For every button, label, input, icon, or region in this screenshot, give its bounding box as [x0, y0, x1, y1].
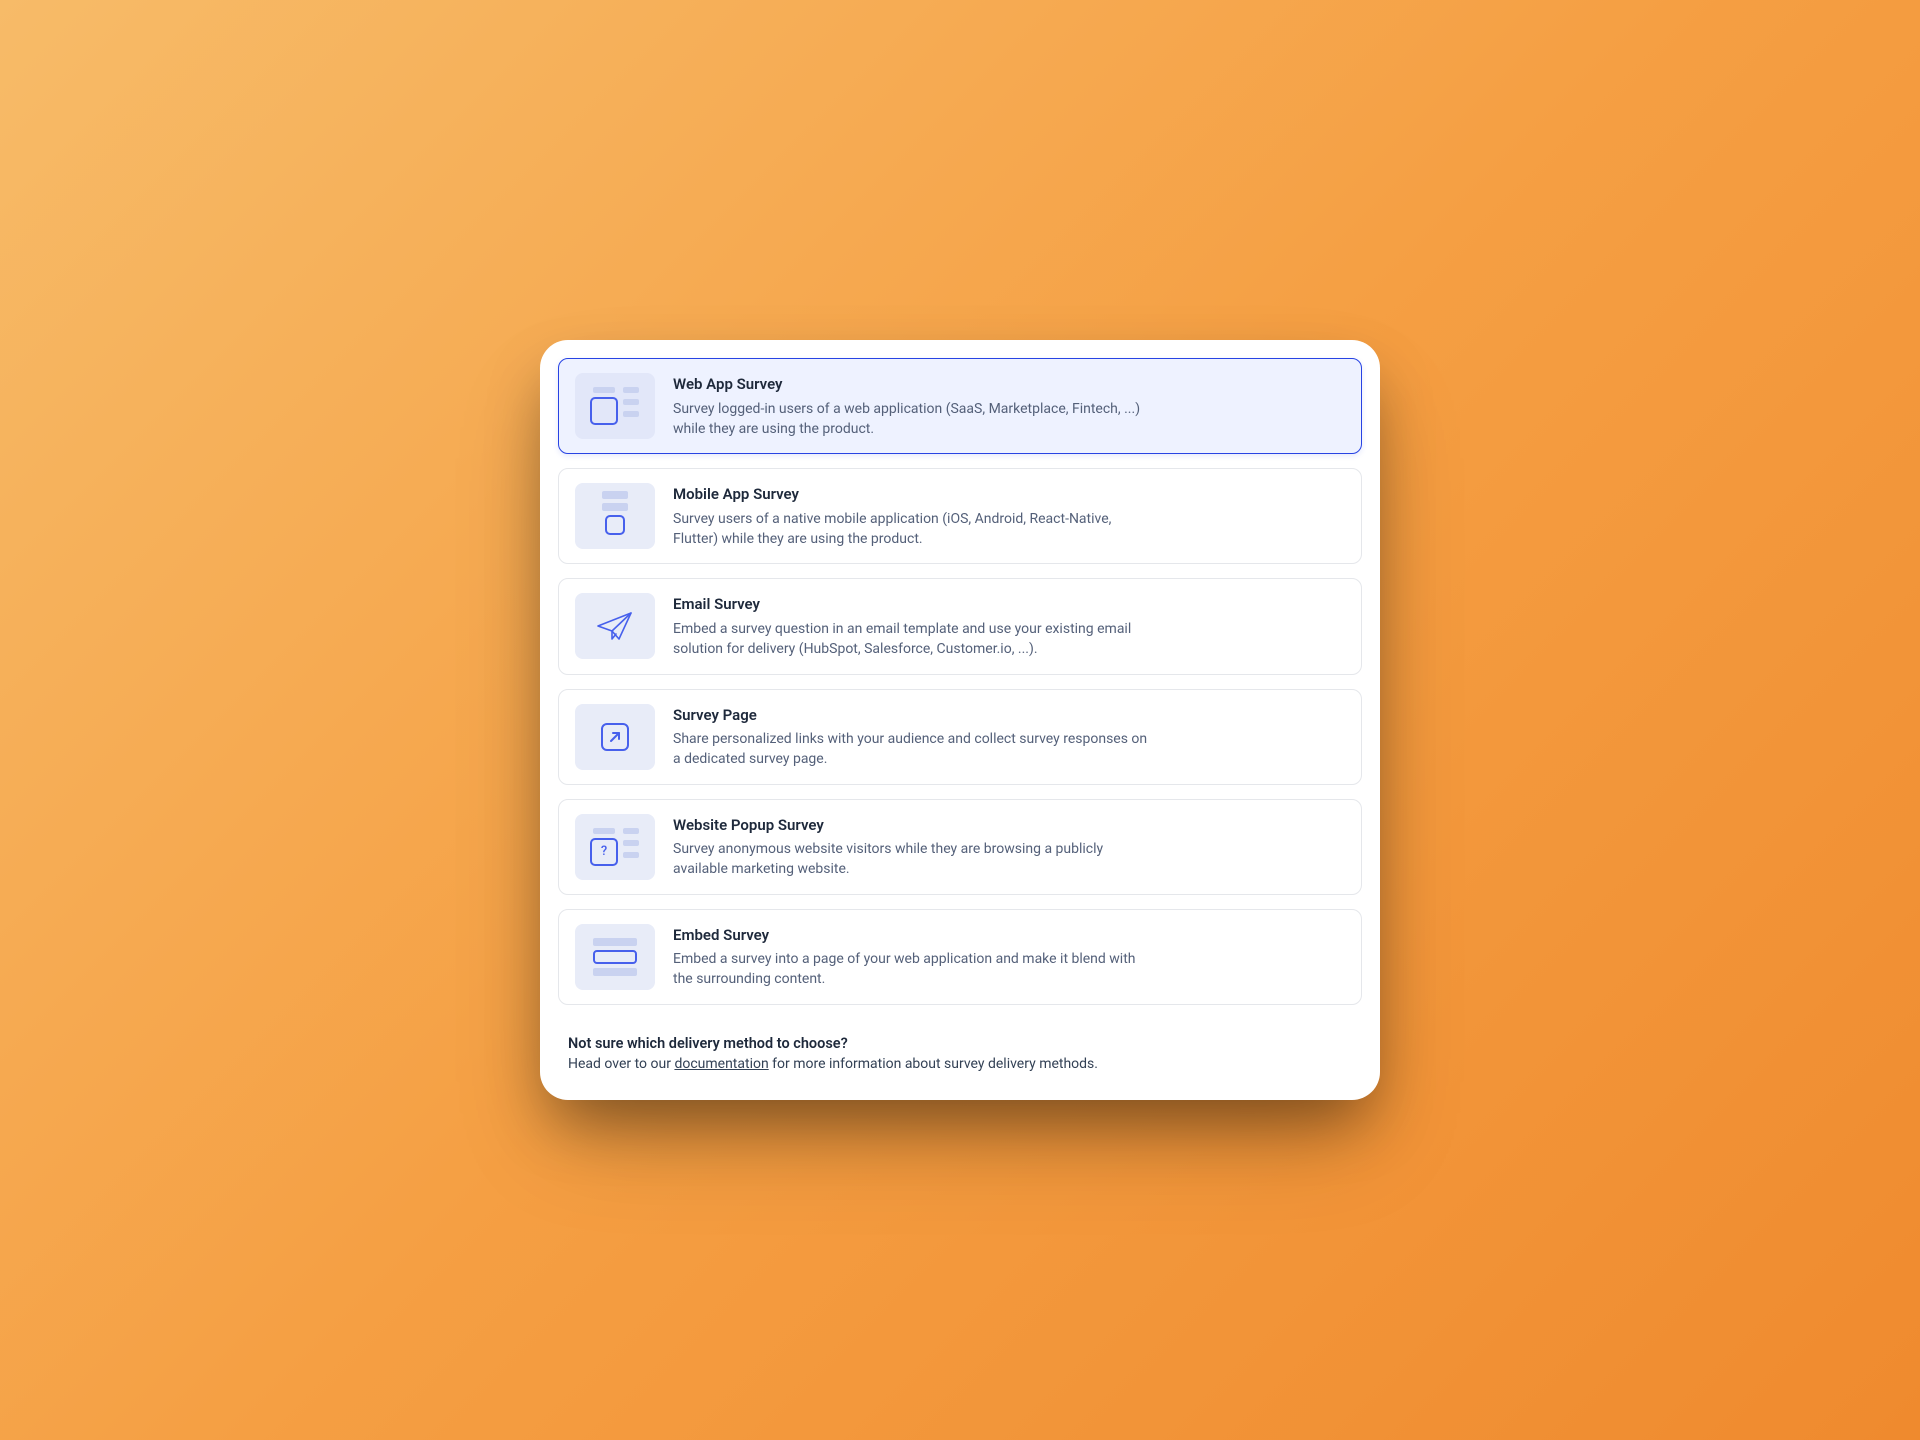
option-title: Website Popup Survey	[673, 816, 1345, 836]
embed-layout-icon	[575, 924, 655, 990]
footer-trail: for more information about survey delive…	[769, 1056, 1098, 1072]
option-description: Share personalized links with your audie…	[673, 729, 1153, 770]
documentation-link[interactable]: documentation	[674, 1056, 768, 1072]
option-web-app-survey[interactable]: Web App Survey Survey logged-in users of…	[558, 358, 1362, 454]
popup-question-icon: ?	[575, 814, 655, 880]
option-survey-page[interactable]: Survey Page Share personalized links wit…	[558, 689, 1362, 785]
option-website-popup-survey[interactable]: ? Website Popup Survey Survey anonymous …	[558, 799, 1362, 895]
footer-title: Not sure which delivery method to choose…	[568, 1035, 1352, 1052]
option-title: Survey Page	[673, 706, 1345, 726]
option-description: Survey users of a native mobile applicat…	[673, 509, 1153, 550]
option-title: Embed Survey	[673, 926, 1345, 946]
option-title: Web App Survey	[673, 375, 1345, 395]
footer-help: Not sure which delivery method to choose…	[558, 1019, 1362, 1082]
footer-lead: Head over to our	[568, 1056, 674, 1072]
option-description: Embed a survey into a page of your web a…	[673, 949, 1153, 990]
option-embed-survey[interactable]: Embed Survey Embed a survey into a page …	[558, 909, 1362, 1005]
option-description: Survey anonymous website visitors while …	[673, 839, 1153, 880]
footer-text: Head over to our documentation for more …	[568, 1056, 1352, 1072]
option-description: Embed a survey question in an email temp…	[673, 619, 1153, 660]
option-email-survey[interactable]: Email Survey Embed a survey question in …	[558, 578, 1362, 674]
option-mobile-app-survey[interactable]: Mobile App Survey Survey users of a nati…	[558, 468, 1362, 564]
option-description: Survey logged-in users of a web applicat…	[673, 399, 1153, 440]
paper-plane-icon	[575, 593, 655, 659]
option-title: Mobile App Survey	[673, 485, 1345, 505]
survey-type-card: Web App Survey Survey logged-in users of…	[540, 340, 1380, 1100]
web-app-icon	[575, 373, 655, 439]
external-link-icon	[575, 704, 655, 770]
option-title: Email Survey	[673, 595, 1345, 615]
mobile-app-icon	[575, 483, 655, 549]
